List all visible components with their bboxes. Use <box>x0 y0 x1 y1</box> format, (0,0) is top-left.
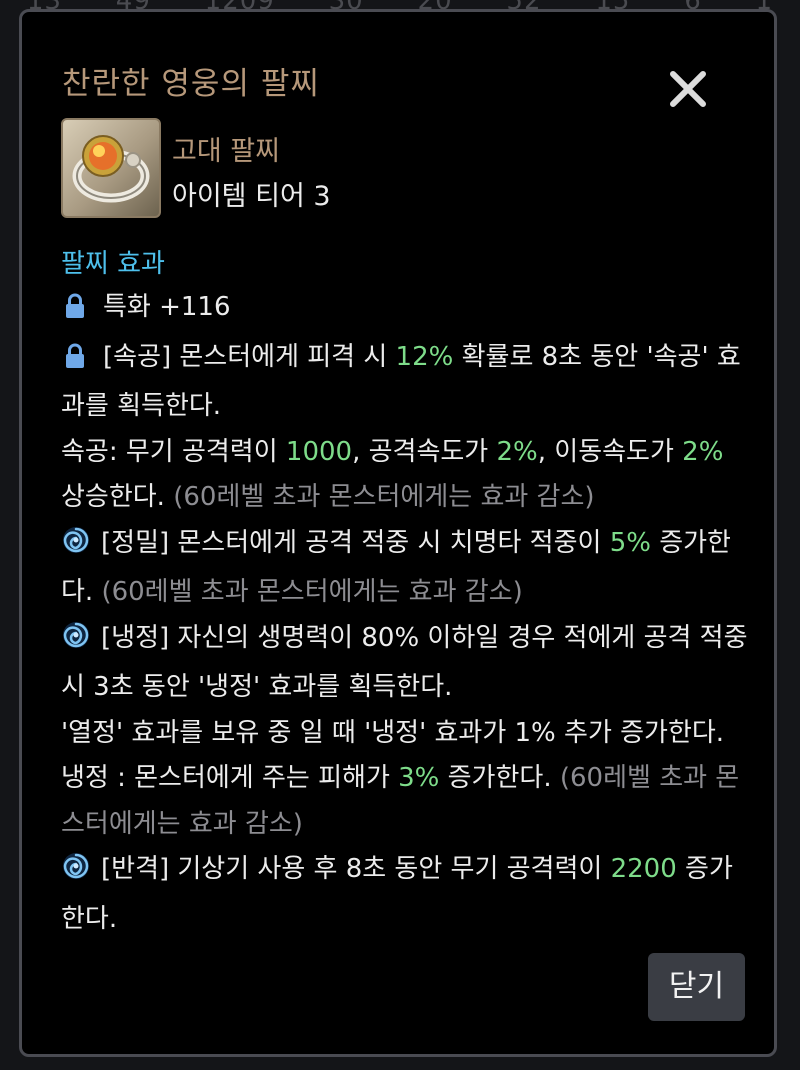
lock-icon <box>65 339 85 385</box>
effect-text: , 이동속도가 <box>537 436 683 467</box>
effect-precision: [정밀] 몬스터에게 공격 적중 시 치명타 적중이 5% 증가한다. (60레… <box>61 521 751 616</box>
effect-haste: [속공] 몬스터에게 피격 시 12% 확률로 8초 동안 '속공' 효과를 획… <box>61 335 751 521</box>
effect-value: 2% <box>682 436 724 467</box>
effect-value: 3% <box>398 763 440 793</box>
effect-text: 속공: 무기 공격력이 <box>61 436 286 467</box>
effect-value: 1000 <box>285 436 353 467</box>
close-button[interactable]: 닫기 <box>648 953 745 1021</box>
effect-text: 특화 +116 <box>103 292 231 322</box>
effect-text: , 공격속도가 <box>352 436 497 467</box>
lock-icon <box>65 289 85 335</box>
swirl-icon <box>61 851 91 897</box>
effect-value: 2% <box>496 436 538 467</box>
effect-value: 12% <box>395 341 454 372</box>
effects-list: 특화 +116 [속공] 몬스터에게 피격 시 12% 확률로 8초 동안 '속… <box>61 285 751 942</box>
effect-text: [반격] 기상기 사용 후 8초 동안 무기 공격력이 <box>101 854 611 884</box>
effect-text: 상승한다. <box>61 482 174 512</box>
item-type-label: 고대 팔찌 <box>172 136 280 167</box>
effect-value: 2200 <box>610 854 677 884</box>
effect-specialization: 특화 +116 <box>61 285 751 335</box>
effect-note: (60레벨 초과 몬스터에게는 효과 감소) <box>173 482 595 512</box>
effect-text: 증가한다. <box>439 763 560 793</box>
effect-text: 냉정 : 몬스터에게 주는 피해가 <box>61 763 399 793</box>
effect-text: [속공] 몬스터에게 피격 시 <box>103 341 396 372</box>
effect-counter: [반격] 기상기 사용 후 8초 동안 무기 공격력이 2200 증가한다. <box>61 847 751 942</box>
item-tooltip-modal: 찬란한 영웅의 팔찌 고대 팔찌 아이템 티어 3 팔찌 효과 특화 +116 … <box>19 9 777 1057</box>
swirl-icon <box>61 620 91 666</box>
effect-text: [정밀] 몬스터에게 공격 적중 시 치명타 적중이 <box>101 527 610 558</box>
effect-note: (60레벨 초과 몬스터에게는 효과 감소) <box>101 577 523 607</box>
effect-text: [냉정] 자신의 생명력이 80% 이하일 경우 적에게 공격 적중 시 3초 … <box>61 622 748 703</box>
close-x-icon[interactable] <box>667 68 709 110</box>
effect-composure: [냉정] 자신의 생명력이 80% 이하일 경우 적에게 공격 적중 시 3초 … <box>61 616 751 848</box>
bracelet-effects-heading: 팔찌 효과 <box>61 249 165 279</box>
item-tier-label: 아이템 티어 3 <box>172 181 331 212</box>
effect-value: 5% <box>609 527 651 558</box>
modal-title: 찬란한 영웅의 팔찌 <box>62 66 320 102</box>
swirl-icon <box>61 525 91 571</box>
effect-text: '열정' 효과를 보유 중 일 때 '냉정' 효과가 1% 추가 증가한다. <box>61 717 725 748</box>
bracelet-item-icon <box>61 118 161 218</box>
